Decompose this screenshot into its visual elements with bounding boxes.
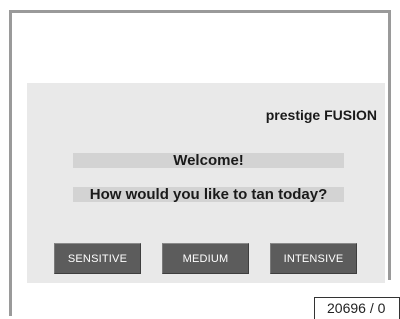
- device-frame-top: [9, 10, 391, 13]
- welcome-message: Welcome!: [73, 153, 344, 168]
- tan-question: How would you like to tan today?: [73, 187, 344, 202]
- device-frame-left: [9, 10, 12, 316]
- display-screen: prestige FUSION Welcome! How would you l…: [27, 83, 385, 283]
- device-frame-right: [388, 10, 391, 280]
- medium-button[interactable]: MEDIUM: [162, 243, 249, 274]
- intensive-button[interactable]: INTENSIVE: [270, 243, 357, 274]
- sensitive-button[interactable]: SENSITIVE: [54, 243, 141, 274]
- brand-label: prestige FUSION: [265, 107, 377, 123]
